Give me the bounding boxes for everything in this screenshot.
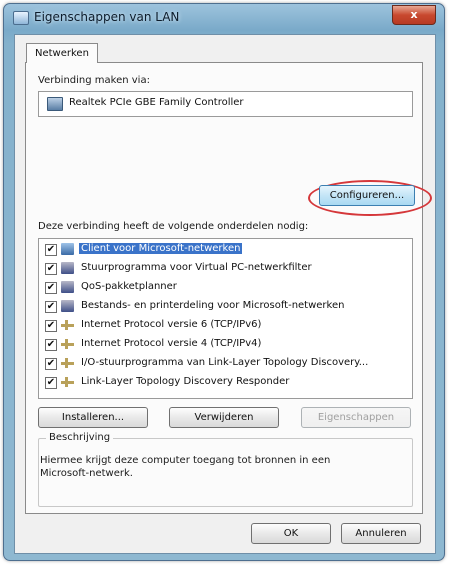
list-item[interactable]: ✔ Stuurprogramma voor Virtual PC-netwerk… xyxy=(39,260,410,277)
list-item[interactable]: ✔ I/O-stuurprogramma van Link-Layer Topo… xyxy=(39,355,410,372)
protocol-icon xyxy=(61,320,74,330)
list-item[interactable]: ✔ Client voor Microsoft-netwerken xyxy=(39,241,410,258)
components-label: Deze verbinding heeft de volgende onderd… xyxy=(38,221,309,232)
network-adapter-icon xyxy=(47,97,63,111)
window-title: Eigenschappen van LAN xyxy=(34,10,180,24)
list-item-label: Internet Protocol versie 4 (TCP/IPv4) xyxy=(81,338,262,349)
list-item[interactable]: ✔ Bestands- en printerdeling voor Micros… xyxy=(39,298,410,315)
adapter-field[interactable]: Realtek PCIe GBE Family Controller xyxy=(38,91,413,117)
tab-netwerken[interactable]: Netwerken xyxy=(26,43,98,63)
list-item-label: I/O-stuurprogramma van Link-Layer Topolo… xyxy=(81,357,369,368)
tab-panel-netwerken: Verbinding maken via: Realtek PCIe GBE F… xyxy=(25,62,432,514)
properties-dialog: Eigenschappen van LAN x Netwerken Verbin… xyxy=(3,3,445,561)
protocol-icon xyxy=(61,358,74,368)
service-icon xyxy=(61,300,74,312)
checkbox[interactable]: ✔ xyxy=(45,358,57,370)
service-icon xyxy=(61,281,74,293)
list-item-label: Internet Protocol versie 6 (TCP/IPv6) xyxy=(81,319,262,330)
list-item-label: Client voor Microsoft-netwerken xyxy=(79,243,243,254)
list-item-label: Stuurprogramma voor Virtual PC-netwerkfi… xyxy=(81,262,312,273)
configure-button[interactable]: Configureren... xyxy=(319,185,415,206)
list-item-label: Link-Layer Topology Discovery Responder xyxy=(81,376,290,387)
checkbox[interactable]: ✔ xyxy=(45,244,57,256)
components-list[interactable]: ✔ Client voor Microsoft-netwerken ✔ Stuu… xyxy=(38,238,413,399)
install-button[interactable]: Installeren... xyxy=(38,407,148,428)
list-item-label: QoS-pakketplanner xyxy=(81,281,177,292)
list-item[interactable]: ✔ QoS-pakketplanner xyxy=(39,279,410,296)
description-text: Hiermee krijgt deze computer toegang tot… xyxy=(40,455,331,479)
service-icon xyxy=(61,262,74,274)
ok-button[interactable]: OK xyxy=(251,523,331,544)
close-button[interactable]: x xyxy=(392,5,436,25)
connect-using-label: Verbinding maken via: xyxy=(38,75,150,86)
cancel-button[interactable]: Annuleren xyxy=(341,523,421,544)
list-item[interactable]: ✔ Internet Protocol versie 4 (TCP/IPv4) xyxy=(39,336,410,353)
checkbox[interactable]: ✔ xyxy=(45,377,57,389)
checkbox[interactable]: ✔ xyxy=(45,339,57,351)
checkbox[interactable]: ✔ xyxy=(45,282,57,294)
properties-button[interactable]: Eigenschappen xyxy=(301,407,411,428)
client-icon xyxy=(61,243,74,255)
checkbox[interactable]: ✔ xyxy=(45,301,57,313)
description-label: Beschrijving xyxy=(46,432,114,443)
title-bar[interactable]: Eigenschappen van LAN x xyxy=(4,4,444,32)
list-item[interactable]: ✔ Internet Protocol versie 6 (TCP/IPv6) xyxy=(39,317,410,334)
uninstall-button[interactable]: Verwijderen xyxy=(169,407,279,428)
list-item[interactable]: ✔ Link-Layer Topology Discovery Responde… xyxy=(39,374,410,391)
protocol-icon xyxy=(61,339,74,349)
adapter-name: Realtek PCIe GBE Family Controller xyxy=(69,97,244,108)
checkbox[interactable]: ✔ xyxy=(45,320,57,332)
list-item-label: Bestands- en printerdeling voor Microsof… xyxy=(81,300,345,311)
dialog-client-area: Netwerken Verbinding maken via: Realtek … xyxy=(14,34,436,554)
protocol-icon xyxy=(61,377,74,387)
network-connection-icon xyxy=(13,11,29,25)
checkbox[interactable]: ✔ xyxy=(45,263,57,275)
